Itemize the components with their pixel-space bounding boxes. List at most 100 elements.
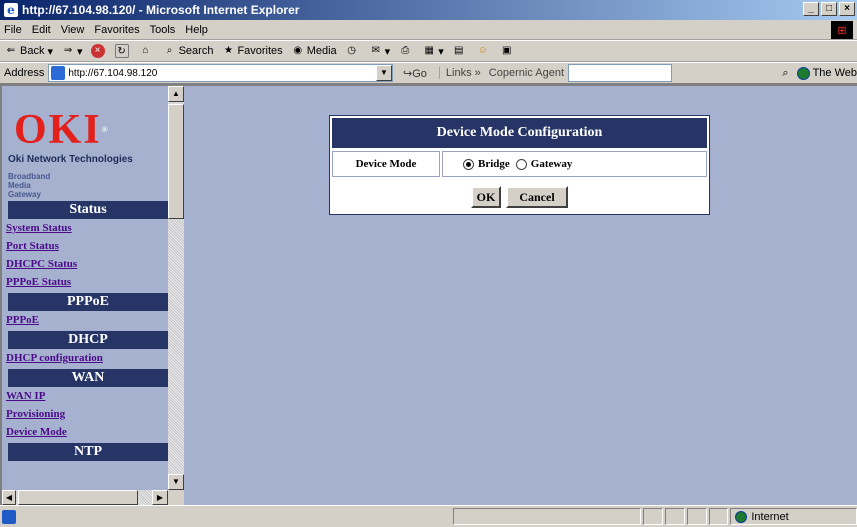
link-dhcpc-status[interactable]: DHCPC Status: [6, 255, 168, 273]
company-tagline: Oki Network Technologies: [8, 154, 133, 165]
section-pppoe: PPPoE: [8, 293, 168, 311]
standard-toolbar: ⇐ Back ▾ ⇒ ▾ × ↻ ⌂ ⌕ Search ★ Favorites ◉ Med…: [0, 40, 857, 62]
product-name: Broadband Media Gateway: [8, 172, 51, 199]
scroll-left-button[interactable]: ◀: [2, 490, 16, 505]
maximize-button[interactable]: □: [821, 2, 837, 16]
page-icon: [51, 66, 66, 80]
gateway-radio[interactable]: [515, 158, 527, 170]
left-frame-horizontal-scrollbar[interactable]: ◀ ▶: [2, 490, 168, 505]
scroll-up-button[interactable]: ▲: [168, 86, 184, 102]
copernic-search-input[interactable]: [568, 64, 673, 82]
link-provisioning[interactable]: Provisioning: [6, 405, 168, 423]
device-mode-label: Device Mode: [332, 151, 440, 177]
media-button[interactable]: ◉ Media: [291, 44, 336, 58]
address-url: http://67.104.98.120: [68, 67, 158, 79]
link-device-mode[interactable]: Device Mode: [6, 423, 168, 441]
printer-icon: ⎙: [401, 45, 410, 56]
left-frame-vertical-scrollbar[interactable]: ▲ ▼: [168, 86, 184, 490]
section-status: Status: [8, 201, 168, 219]
address-dropdown-button[interactable]: ▼: [376, 65, 393, 81]
research-icon: ▣: [501, 45, 512, 56]
link-pppoe[interactable]: PPPoE: [6, 311, 168, 329]
bridge-radio[interactable]: [463, 158, 474, 170]
menu-bar: File Edit View Favorites Tools Help ⊞: [0, 20, 857, 40]
back-button[interactable]: ⇐ Back ▾: [4, 44, 53, 58]
media-icon: ◉: [293, 45, 303, 56]
scroll-right-button[interactable]: ▶: [152, 490, 168, 505]
edit-page-icon: ▦: [424, 45, 434, 56]
status-cell-4: [708, 508, 729, 525]
messenger-button[interactable]: ☺: [476, 44, 492, 58]
search-icon: ⌕: [166, 45, 173, 56]
page-content: OKI® Oki Network Technologies Broadband …: [0, 84, 857, 505]
menu-help[interactable]: Help: [185, 24, 208, 36]
history-button[interactable]: ◷: [345, 44, 361, 58]
links-button[interactable]: Links »: [438, 67, 481, 79]
left-nav-frame: OKI® Oki Network Technologies Broadband …: [2, 86, 168, 490]
status-progress: [453, 508, 641, 525]
status-bar: Internet: [0, 505, 857, 527]
forward-arrow-icon: ⇒: [63, 45, 73, 56]
research-button[interactable]: ▣: [500, 44, 516, 58]
menu-file[interactable]: File: [4, 24, 22, 36]
globe-icon: [796, 66, 810, 80]
messenger-icon: ☺: [477, 45, 488, 56]
device-mode-options: Bridge Gateway: [442, 151, 707, 177]
home-icon: ⌂: [142, 45, 149, 56]
home-button[interactable]: ⌂: [139, 44, 155, 58]
panel-title: Device Mode Configuration: [332, 118, 707, 148]
horizontal-scroll-thumb[interactable]: [18, 490, 138, 505]
section-ntp: NTP: [8, 443, 168, 461]
section-wan: WAN: [8, 369, 168, 387]
address-label: Address: [4, 67, 45, 79]
mail-icon: ✉: [371, 45, 380, 56]
forward-button[interactable]: ⇒ ▾: [61, 44, 83, 58]
go-button[interactable]: ↪Go: [403, 67, 427, 80]
status-cell-1: [642, 508, 663, 525]
oki-logo: OKI®: [14, 107, 110, 153]
status-text: [20, 508, 451, 525]
favorites-button[interactable]: ★ Favorites: [221, 44, 283, 58]
minimize-button[interactable]: _: [803, 2, 819, 16]
web-search-selector[interactable]: ⌕ The Web: [782, 66, 857, 80]
link-pppoe-status[interactable]: PPPoE Status: [6, 273, 168, 291]
internet-globe-icon: [735, 510, 748, 523]
stop-icon: ×: [90, 44, 105, 58]
magnifier-icon: ⌕: [782, 66, 789, 79]
close-button[interactable]: ×: [839, 2, 855, 16]
ie-logo-icon: e: [4, 3, 18, 17]
refresh-button[interactable]: ↻: [114, 44, 131, 58]
scrollbar-corner: [168, 490, 184, 505]
stop-button[interactable]: ×: [90, 44, 107, 58]
star-icon: ★: [223, 45, 233, 56]
menu-favorites[interactable]: Favorites: [94, 24, 139, 36]
window-title: http://67.104.98.120/ - Microsoft Intern…: [22, 3, 300, 17]
title-bar: e http://67.104.98.120/ - Microsoft Inte…: [0, 0, 857, 20]
cancel-button[interactable]: Cancel: [506, 186, 568, 208]
menu-tools[interactable]: Tools: [150, 24, 176, 36]
device-mode-panel: Device Mode Configuration Device Mode Br…: [329, 115, 710, 215]
search-button[interactable]: ⌕ Search: [163, 44, 214, 58]
print-button[interactable]: ⎙: [398, 44, 414, 58]
scroll-thumb[interactable]: [168, 104, 184, 219]
status-cell-3: [686, 508, 707, 525]
link-dhcp-configuration[interactable]: DHCP configuration: [6, 349, 168, 367]
address-input[interactable]: http://67.104.98.120 ▼: [48, 64, 394, 82]
refresh-icon: ↻: [114, 44, 129, 58]
address-bar: Address http://67.104.98.120 ▼ ↪Go Links…: [0, 62, 857, 84]
link-system-status[interactable]: System Status: [6, 219, 168, 237]
scroll-down-button[interactable]: ▼: [168, 474, 184, 490]
menu-edit[interactable]: Edit: [32, 24, 51, 36]
menu-view[interactable]: View: [61, 24, 85, 36]
ok-button[interactable]: OK: [471, 186, 501, 208]
page-status-icon: [2, 509, 16, 524]
gateway-label: Gateway: [530, 158, 573, 170]
history-icon: ◷: [347, 45, 357, 56]
discuss-button[interactable]: ▤: [452, 44, 468, 58]
edit-button[interactable]: ▦ ▾: [422, 44, 443, 58]
status-cell-2: [664, 508, 685, 525]
link-port-status[interactable]: Port Status: [6, 237, 168, 255]
mail-button[interactable]: ✉ ▾: [369, 44, 390, 58]
link-wan-ip[interactable]: WAN IP: [6, 387, 168, 405]
windows-logo-icon: ⊞: [831, 21, 853, 39]
